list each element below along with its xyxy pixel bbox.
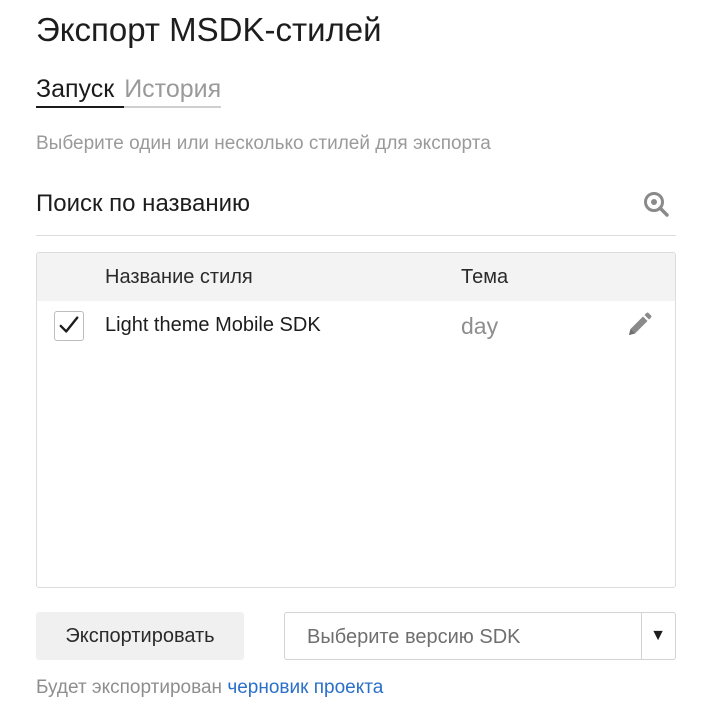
instruction-text: Выберите один или несколько стилей для э… <box>36 133 491 154</box>
table-header: Название стиля Тема <box>37 253 675 301</box>
page-title: Экспорт MSDK-стилей <box>36 11 382 48</box>
pencil-icon[interactable] <box>625 311 653 339</box>
tabs: Запуск История <box>36 74 222 108</box>
sdk-select-placeholder: Выберите версию SDK <box>307 626 521 648</box>
tab-history[interactable]: История <box>124 74 222 108</box>
search-icon[interactable] <box>642 190 670 218</box>
column-header-name: Название стиля <box>105 266 253 288</box>
row-checkbox[interactable] <box>54 311 84 341</box>
footer-text: Будет экспортирован <box>36 677 223 698</box>
style-theme: day <box>461 313 499 339</box>
chevron-down-icon[interactable]: ▼ <box>641 613 675 659</box>
checkmark-icon <box>59 316 79 333</box>
export-button[interactable]: Экспортировать <box>36 612 244 660</box>
project-draft-link[interactable]: черновик проекта <box>227 677 383 698</box>
column-header-theme: Тема <box>461 266 509 288</box>
search-bar <box>36 182 676 236</box>
styles-table: Название стиля Тема Light theme Mobile S… <box>36 252 676 588</box>
footer-note: Будет экспортирован черновик проекта <box>36 676 383 700</box>
table-row[interactable]: Light theme Mobile SDK day <box>37 301 675 353</box>
sdk-version-select[interactable]: Выберите версию SDK ▼ <box>284 612 676 660</box>
search-input[interactable] <box>36 182 626 226</box>
style-name: Light theme Mobile SDK <box>105 314 321 336</box>
tab-launch[interactable]: Запуск <box>36 74 125 108</box>
